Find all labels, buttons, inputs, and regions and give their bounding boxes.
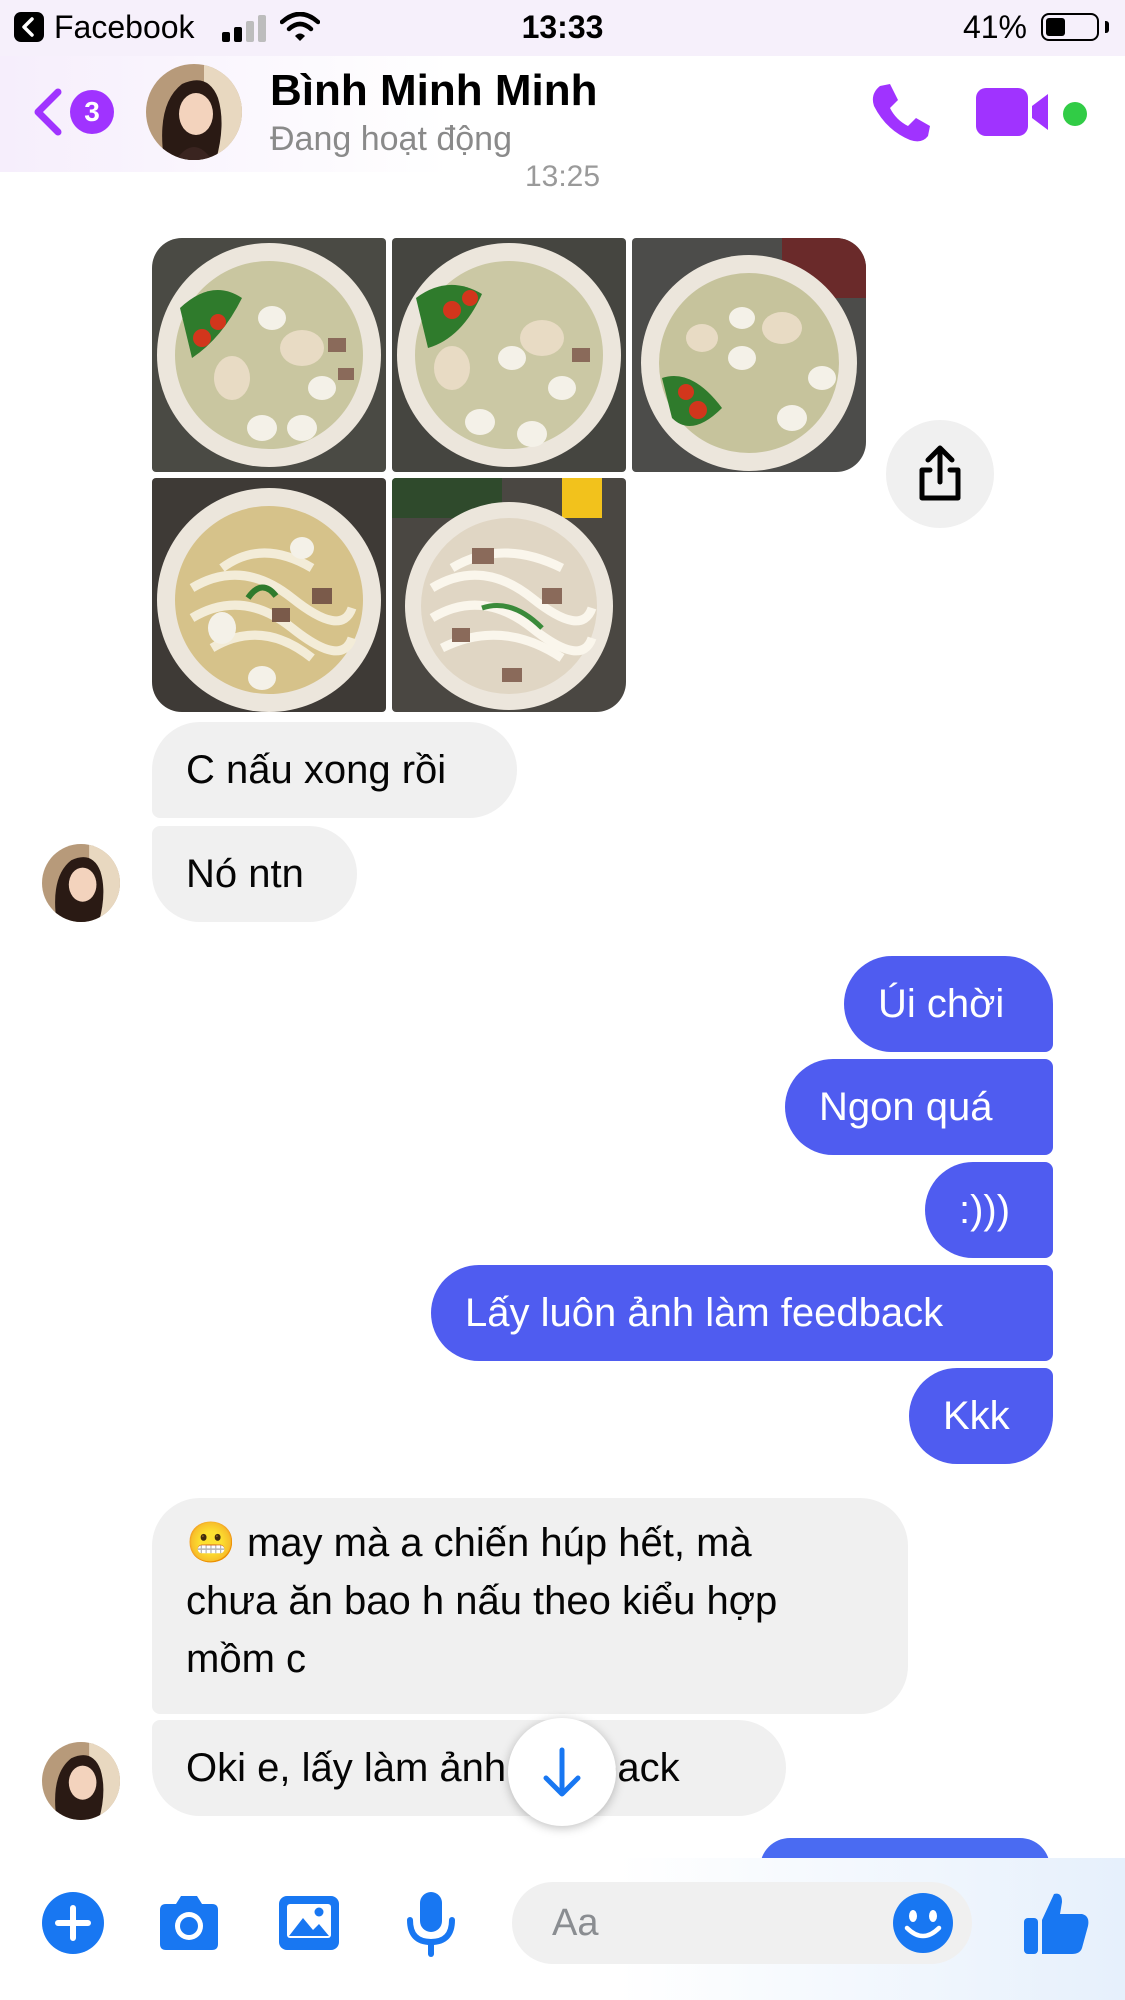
outgoing-message[interactable]: :))) bbox=[925, 1162, 1053, 1258]
battery-percent: 41% bbox=[962, 9, 1027, 45]
more-actions-button[interactable] bbox=[38, 1888, 108, 1958]
contact-avatar-small[interactable] bbox=[42, 1742, 120, 1820]
outgoing-message[interactable]: Kkk bbox=[909, 1368, 1053, 1464]
scroll-to-bottom-button[interactable] bbox=[508, 1718, 616, 1826]
back-chevron-icon bbox=[34, 88, 62, 136]
back-button[interactable]: 3 bbox=[30, 82, 120, 142]
status-bar: Facebook 13:33 41% bbox=[0, 0, 1125, 56]
battery-icon bbox=[1041, 13, 1099, 41]
shared-photo[interactable] bbox=[152, 478, 386, 712]
incoming-message[interactable]: 😬 may mà a chiến húp hết, mà chưa ăn bao… bbox=[152, 1498, 908, 1714]
outgoing-message[interactable]: Úi chời bbox=[844, 956, 1053, 1052]
battery-level bbox=[1046, 18, 1065, 36]
contact-status: Đang hoạt động bbox=[270, 120, 512, 158]
incoming-message[interactable]: Nó ntn bbox=[152, 826, 357, 922]
outgoing-message[interactable]: Lấy luôn ảnh làm feedback bbox=[431, 1265, 1053, 1361]
message-line: chưa ăn bao h nấu theo kiểu hợp bbox=[186, 1579, 778, 1623]
message-timestamp: 13:25 bbox=[524, 160, 601, 193]
incoming-message[interactable]: C nấu xong rồi bbox=[152, 722, 517, 818]
message-composer bbox=[0, 1858, 1125, 2000]
camera-button[interactable] bbox=[154, 1888, 224, 1958]
clock: 13:33 bbox=[521, 9, 604, 45]
message-text: may mà a chiến húp hết, mà bbox=[246, 1521, 752, 1565]
video-call-button[interactable] bbox=[976, 86, 1052, 138]
message-line: 😬 may mà a chiến húp hết, mà bbox=[186, 1514, 874, 1572]
microphone-icon bbox=[407, 1892, 455, 1957]
contact-avatar[interactable] bbox=[146, 64, 242, 160]
thumbs-up-icon bbox=[1024, 1893, 1089, 1954]
message-line: mồm c bbox=[186, 1637, 306, 1681]
emoji-icon bbox=[893, 1893, 953, 1953]
audio-call-button[interactable] bbox=[866, 78, 936, 148]
outgoing-message[interactable]: Ngon quá bbox=[785, 1059, 1053, 1155]
like-button[interactable] bbox=[1020, 1886, 1094, 1960]
plus-icon bbox=[42, 1892, 104, 1954]
gallery-icon bbox=[279, 1896, 339, 1950]
shared-photo[interactable] bbox=[392, 478, 626, 712]
gallery-button[interactable] bbox=[274, 1888, 344, 1958]
incoming-message[interactable]: Oki e, lấy làm ảnh feedback bbox=[152, 1720, 786, 1816]
grimace-emoji: 😬 bbox=[186, 1521, 236, 1565]
conversation-header: 3 Bình Minh Minh Đang hoạt động bbox=[0, 56, 1125, 172]
arrow-down-icon bbox=[543, 1747, 581, 1797]
video-camera-icon bbox=[976, 88, 1048, 136]
emoji-button[interactable] bbox=[890, 1890, 956, 1956]
contact-avatar-small[interactable] bbox=[42, 844, 120, 922]
shared-photo[interactable] bbox=[632, 238, 866, 472]
share-button[interactable] bbox=[886, 420, 994, 528]
phone-icon bbox=[872, 84, 930, 142]
share-icon bbox=[919, 445, 961, 501]
contact-name[interactable]: Bình Minh Minh bbox=[270, 66, 597, 116]
battery-cap bbox=[1105, 21, 1109, 33]
shared-photo[interactable] bbox=[152, 238, 386, 472]
active-status-dot bbox=[1063, 102, 1087, 126]
unread-count-badge: 3 bbox=[70, 90, 114, 134]
shared-photo[interactable] bbox=[392, 238, 626, 472]
camera-icon bbox=[160, 1896, 218, 1950]
voice-message-button[interactable] bbox=[396, 1888, 466, 1958]
